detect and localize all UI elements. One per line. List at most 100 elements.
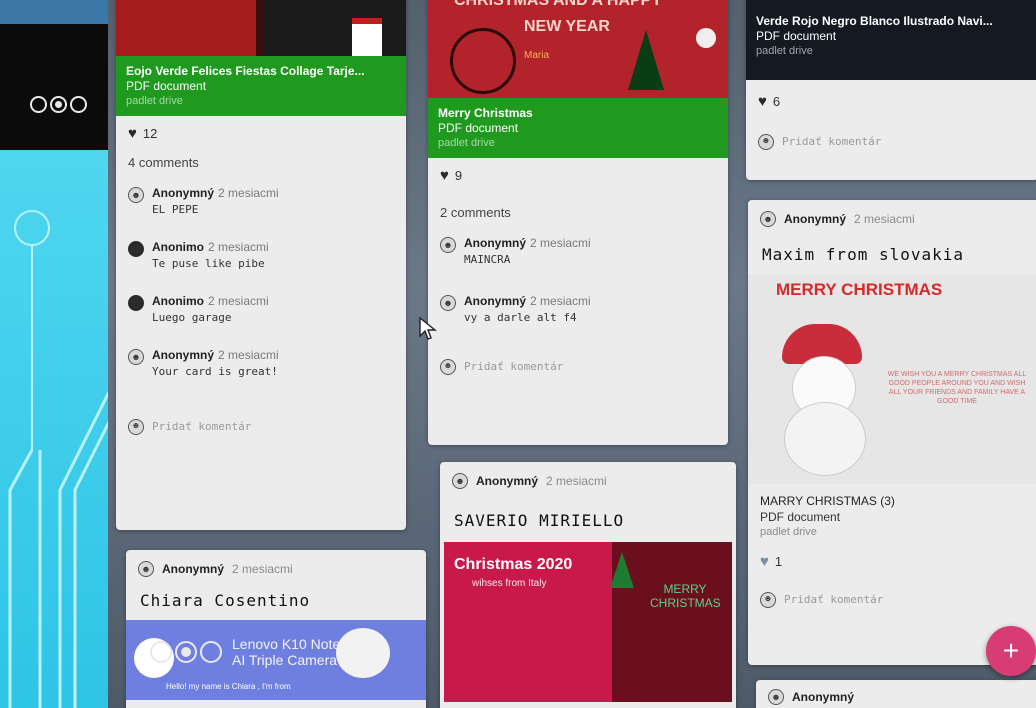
post-card[interactable]: ☻ Anonymný 2 mesiacmi Chiara Cosentino H… [126, 550, 426, 708]
camera-circles-icon [150, 641, 222, 663]
avatar [128, 295, 144, 311]
comment-time: 2 mesiacmi [208, 294, 269, 308]
post-card[interactable]: ☻ Anonymný 2 mesiacmi Maxim from slovaki… [748, 200, 1036, 665]
avatar: ☻ [452, 473, 468, 489]
camera-watermark: Lenovo K10 Note AI Triple Camera [150, 636, 340, 668]
watermark-line-1: Lenovo K10 Note [232, 636, 341, 652]
like-row[interactable]: ♥ 12 [116, 116, 406, 151]
attachment-info[interactable]: Eojo Verde Felices Fiestas Collage Tarje… [116, 56, 406, 116]
attachment-title[interactable]: Merry Christmas [438, 106, 718, 121]
attachment-source: padlet drive [126, 95, 183, 107]
like-row[interactable]: ♥ 1 [748, 542, 1036, 579]
post-card[interactable]: Eojo Verde Felices Fiestas Collage Tarje… [116, 0, 406, 530]
add-comment-field[interactable]: ☻ Pridať komentár [746, 119, 1036, 158]
heart-icon[interactable]: ♥ [128, 126, 137, 141]
post-author: ☻ Anonymný 2 mesiacmi [126, 550, 426, 581]
mouse-cursor-icon [419, 317, 437, 340]
image-banner-top: CHRISTMAS AND A HAPPY [454, 0, 663, 9]
avatar: ☻ [128, 419, 144, 435]
add-comment-placeholder[interactable]: Pridať komentár [784, 593, 883, 606]
post-author: ☻ Anonymný 2 mesiacmi [748, 200, 1036, 231]
comment-time: 2 mesiacmi [208, 240, 269, 254]
avatar: ☻ [768, 689, 784, 705]
comment-author: Anonymný [464, 294, 527, 308]
avatar: ☻ [758, 134, 774, 150]
like-row[interactable]: ♥ 9 [428, 158, 728, 193]
attachment-type: PDF document [438, 121, 519, 135]
like-row[interactable]: ♥ 6 [746, 80, 1036, 119]
comment-author: Anonimo [152, 240, 204, 254]
post-card[interactable]: Verde Rojo Negro Blanco Ilustrado Navi..… [746, 0, 1036, 180]
heart-icon[interactable]: ♥ [760, 554, 769, 569]
add-comment-field[interactable]: ☻ Pridať komentár [748, 579, 1036, 616]
avatar: ☻ [440, 295, 456, 311]
post-time: 2 mesiacmi [546, 473, 607, 488]
post-headline: Maxim from slovakia [762, 245, 965, 264]
author-name: Anonymný [792, 689, 855, 704]
add-comment-field[interactable]: ☻ Pridať komentár [428, 334, 728, 383]
post-headline: SAVERIO MIRIELLO [454, 511, 625, 530]
add-post-button[interactable]: + [986, 626, 1036, 676]
post-card[interactable]: ☻ Anonymný 2 mesiacmi SAVERIO MIRIELLO C… [440, 462, 736, 708]
avatar: ☻ [440, 359, 456, 375]
image-title: MERRY CHRISTMAS [776, 280, 943, 299]
heart-icon[interactable]: ♥ [758, 94, 767, 109]
comment-item: Anonimo 2 mesiacmi Te puse like pibe [116, 226, 406, 280]
attachment-thumbnail[interactable] [116, 0, 406, 56]
circuit-lines-decoration [8, 210, 112, 708]
add-comment-placeholder[interactable]: Pridať komentár [464, 360, 563, 373]
image-name: Maria [524, 50, 550, 61]
image-caption: Hello! my name is Chiara , I'm from [166, 682, 291, 691]
attachment-title[interactable]: Verde Rojo Negro Blanco Ilustrado Navi..… [756, 14, 1028, 29]
image-title: Christmas 2020 [454, 556, 573, 573]
attachment-info[interactable]: Merry Christmas PDF document padlet driv… [428, 98, 728, 158]
avatar: ☻ [440, 237, 456, 253]
watermark-line-2: AI Triple Camera [232, 652, 338, 668]
padlet-wall: Eojo Verde Felices Fiestas Collage Tarje… [108, 0, 1036, 708]
post-author: ☻ Anonymný 2 mesiacmi [440, 462, 736, 493]
post-image[interactable]: MERRY CHRISTMAS WE WISH YOU A MERRY CHRI… [748, 274, 1036, 484]
comment-text: EL PEPE [152, 203, 199, 216]
attachment-thumbnail[interactable]: CHRISTMAS AND A HAPPY NEW YEAR Maria [428, 0, 728, 98]
add-comment-placeholder[interactable]: Pridať komentár [782, 135, 881, 148]
post-card[interactable]: CHRISTMAS AND A HAPPY NEW YEAR Maria Mer… [428, 0, 728, 445]
comment-text: Your card is great! [152, 365, 278, 378]
comment-author: Anonymný [464, 236, 527, 250]
comment-text: MAINCRA [464, 253, 511, 266]
comment-author: Anonymný [152, 186, 215, 200]
image-side-text: MERRY CHRISTMAS [650, 582, 721, 610]
comment-item: ☻ Anonymný 2 mesiacmi MAINCRA [428, 230, 728, 276]
attachment-type: PDF document [756, 29, 837, 43]
attachment-title[interactable]: MARRY CHRISTMAS (3) [760, 494, 1032, 508]
heart-icon[interactable]: ♥ [440, 168, 449, 183]
image-banner: NEW YEAR [524, 18, 610, 35]
image-text: WE WISH YOU A MERRY CHRISTMAS ALL GOOD P… [887, 371, 1027, 405]
comment-item: ☻ Anonymný 2 mesiacmi EL PEPE [116, 180, 406, 226]
post-card[interactable]: ☻ Anonymný [756, 680, 1036, 708]
comment-count[interactable]: 2 comments [428, 193, 728, 230]
comment-author: Anonimo [152, 294, 204, 308]
post-time: 2 mesiacmi [232, 561, 293, 576]
comment-time: 2 mesiacmi [530, 294, 591, 308]
add-comment-placeholder[interactable]: Pridať komentár [152, 420, 251, 433]
author-name: Anonymný [784, 211, 847, 226]
add-comment-field[interactable]: ☻ Pridať komentár [116, 388, 406, 443]
post-headline: Chiara Cosentino [140, 591, 311, 610]
attachment-info[interactable]: MARRY CHRISTMAS (3) PDF document padlet … [748, 484, 1036, 542]
attachment-title[interactable]: Eojo Verde Felices Fiestas Collage Tarje… [126, 64, 396, 79]
comment-text: vy a darle alt f4 [464, 311, 577, 324]
attachment-type: PDF document [126, 79, 207, 93]
comment-count[interactable]: 4 comments [116, 151, 406, 180]
author-name: Anonymný [162, 561, 225, 576]
attachment-source: padlet drive [438, 137, 495, 149]
comment-time: 2 mesiacmi [530, 236, 591, 250]
avatar: ☻ [128, 349, 144, 365]
attachment-info[interactable]: Verde Rojo Negro Blanco Ilustrado Navi..… [746, 0, 1036, 80]
avatar: ☻ [138, 561, 154, 577]
post-image[interactable]: Christmas 2020 wihses from Italy MERRY C… [444, 542, 732, 702]
author-name: Anonymný [476, 473, 539, 488]
like-count: 6 [772, 94, 781, 109]
avatar: ☻ [760, 211, 776, 227]
plus-icon: + [1002, 635, 1020, 666]
attachment-type: PDF document [760, 510, 841, 524]
